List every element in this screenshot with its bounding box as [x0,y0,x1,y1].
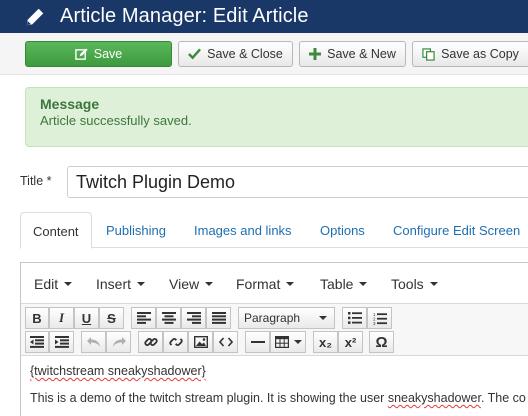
editor-menubar: Edit Insert View Format Table Tools [21,263,528,304]
align-center-icon [161,312,176,324]
underline-button[interactable]: U [74,307,99,329]
undo-icon [86,337,100,347]
redo-button[interactable] [106,331,131,353]
plus-icon [309,48,322,60]
chevron-down-icon [137,282,146,286]
numbered-list-icon: 123 [373,312,387,325]
menu-edit[interactable]: Edit [34,276,73,292]
table-button[interactable] [270,331,306,353]
article-tabs: Content Publishing Images and links Opti… [20,212,528,249]
strikethrough-button[interactable]: S [99,307,124,329]
content-text-a: This is a demo of the twitch stream plug… [30,391,388,405]
content-paragraph-1: {twitchstream sneakyshadower} [30,364,528,378]
subscript-button[interactable]: x₂ [313,331,338,353]
tab-configure-edit-screen[interactable]: Configure Edit Screen [381,212,528,248]
tab-content[interactable]: Content [20,212,92,249]
content-text-c: . The co [480,391,526,405]
link-icon [143,338,158,346]
save-new-button[interactable]: Save & New [299,41,406,67]
align-center-button[interactable] [156,307,181,329]
message-text: Article successfully saved. [40,113,192,128]
svg-text:3: 3 [373,321,376,325]
check-icon [188,48,202,60]
menu-view[interactable]: View [169,276,214,292]
menu-insert-label: Insert [96,276,132,292]
editor-content[interactable]: {twitchstream sneakyshadower} This is a … [21,356,528,405]
edit-icon [74,47,88,60]
copy-icon [422,47,435,61]
title-label: Title * [20,174,52,188]
source-code-button[interactable] [213,331,238,353]
menu-table[interactable]: Table [320,276,368,292]
tab-images-and-links[interactable]: Images and links [182,212,304,248]
title-input[interactable] [67,166,528,198]
tab-options[interactable]: Options [308,212,377,248]
indent-icon [54,336,69,348]
menu-tools[interactable]: Tools [391,276,438,292]
content-paragraph-2: This is a demo of the twitch stream plug… [30,391,528,405]
chevron-down-icon [429,282,438,286]
menu-view-label: View [169,276,200,292]
special-character-button[interactable]: Ω [369,331,394,353]
chevron-down-icon [319,316,327,320]
save-new-label: Save & New [327,47,396,61]
code-icon [218,337,233,347]
align-left-button[interactable] [131,307,156,329]
block-format-value: Paragraph [244,311,301,325]
editor-toolbar: B I U S Paragraph 123 x₂ x² Ω [21,304,528,356]
action-toolbar: Save Save & Close Save & New Save as Cop… [0,33,528,75]
save-button-label: Save [93,47,123,61]
horizontal-rule-icon [250,341,265,343]
chevron-down-icon [64,282,73,286]
outdent-icon [30,336,44,348]
horizontal-rule-button[interactable] [245,331,270,353]
menu-table-label: Table [320,276,354,292]
menu-edit-label: Edit [34,276,59,292]
image-icon [193,336,208,348]
bold-button[interactable]: B [25,307,49,329]
success-message: Message Article successfully saved. [25,87,528,147]
numbered-list-button[interactable]: 123 [367,307,392,329]
pencil-icon [26,8,44,25]
content-username: sneakyshadower [387,391,481,405]
save-close-label: Save & Close [207,47,283,61]
undo-button[interactable] [81,331,106,353]
bullet-list-icon [347,312,362,324]
chevron-down-icon [286,282,295,286]
align-justify-button[interactable] [206,307,231,329]
block-format-select[interactable]: Paragraph [238,307,335,329]
page-title: Article Manager: Edit Article [60,5,309,27]
remove-link-button[interactable] [163,331,188,353]
align-right-icon [186,312,201,324]
align-left-icon [136,312,151,324]
page-header: Article Manager: Edit Article [0,0,528,33]
menu-insert[interactable]: Insert [96,276,146,292]
tab-publishing[interactable]: Publishing [94,212,178,248]
redo-icon [112,337,126,347]
italic-button[interactable]: I [49,307,74,329]
save-close-button[interactable]: Save & Close [178,41,293,67]
chevron-down-icon [205,282,214,286]
chevron-down-icon [293,340,302,344]
plugin-shortcode: {twitchstream sneakyshadower} [30,364,206,378]
save-as-copy-button[interactable]: Save as Copy [412,41,528,67]
insert-link-button[interactable] [138,331,163,353]
outdent-button[interactable] [25,331,49,353]
rich-text-editor: Edit Insert View Format Table Tools B I … [20,262,528,416]
menu-tools-label: Tools [391,276,424,292]
unlink-icon [168,335,183,349]
save-button[interactable]: Save [25,41,172,67]
message-heading: Message [40,96,100,112]
menu-format-label: Format [236,276,281,292]
save-as-copy-label: Save as Copy [441,47,519,61]
table-icon [274,336,289,348]
align-right-button[interactable] [181,307,206,329]
align-justify-icon [211,312,226,324]
insert-image-button[interactable] [188,331,213,353]
menu-format[interactable]: Format [236,276,295,292]
indent-button[interactable] [49,331,74,353]
bullet-list-button[interactable] [342,307,367,329]
chevron-down-icon [359,282,368,286]
superscript-button[interactable]: x² [338,331,363,353]
